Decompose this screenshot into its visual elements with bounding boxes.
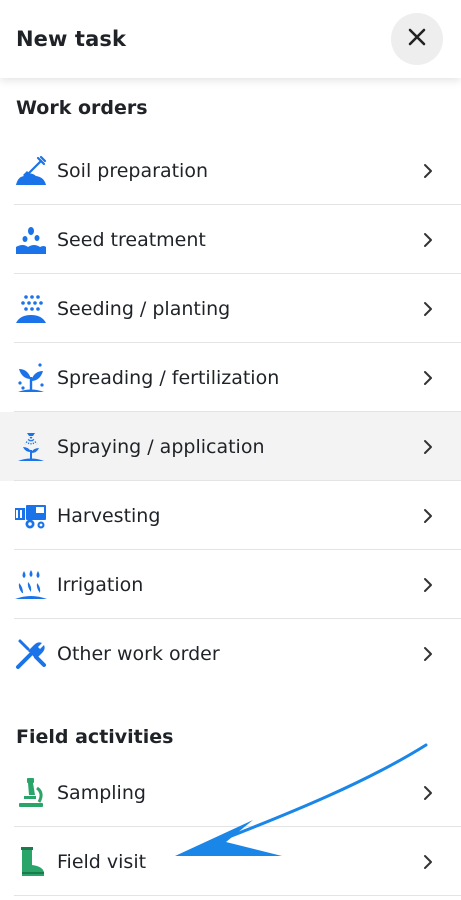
menu-item-label: Irrigation — [57, 573, 144, 596]
irrigation-icon — [14, 568, 48, 602]
close-icon — [407, 27, 427, 51]
section-title-field-activities: Field activities — [16, 726, 174, 748]
menu-item-label: Spraying / application — [57, 435, 265, 458]
spraying-icon — [14, 430, 48, 464]
menu-item-label: Soil preparation — [57, 159, 208, 182]
chevron-right-icon — [421, 438, 435, 456]
menu-item-spraying-application[interactable]: Spraying / application — [0, 412, 461, 481]
microscope-icon — [14, 776, 48, 810]
menu-item-seeding-planting[interactable]: Seeding / planting — [0, 274, 461, 343]
harvester-icon — [14, 499, 48, 533]
menu-item-label: Seed treatment — [57, 228, 206, 251]
chevron-right-icon — [421, 645, 435, 663]
shovel-icon — [14, 154, 48, 188]
chevron-right-icon — [421, 507, 435, 525]
menu-item-other-work-order[interactable]: Other work order — [0, 619, 461, 688]
chevron-right-icon — [421, 853, 435, 871]
section-title-work-orders: Work orders — [16, 97, 148, 119]
chevron-right-icon — [421, 784, 435, 802]
seeding-icon — [14, 292, 48, 326]
menu-item-label: Harvesting — [57, 504, 161, 527]
boot-icon — [14, 845, 48, 879]
work-orders-list: Soil preparation Seed treatment Seeding … — [0, 136, 461, 688]
tools-icon — [14, 637, 48, 671]
menu-item-label: Other work order — [57, 642, 220, 665]
menu-item-label: Sampling — [57, 781, 146, 804]
menu-item-harvesting[interactable]: Harvesting — [0, 481, 461, 550]
field-activities-list: Sampling Field visit — [0, 758, 461, 896]
new-task-panel: New task Work orders Soil preparation Se… — [0, 0, 461, 900]
menu-item-seed-treatment[interactable]: Seed treatment — [0, 205, 461, 274]
menu-item-sampling[interactable]: Sampling — [0, 758, 461, 827]
chevron-right-icon — [421, 162, 435, 180]
menu-item-irrigation[interactable]: Irrigation — [0, 550, 461, 619]
menu-item-label: Field visit — [57, 850, 147, 873]
menu-item-label: Seeding / planting — [57, 297, 231, 320]
chevron-right-icon — [421, 300, 435, 318]
chevron-right-icon — [421, 369, 435, 387]
menu-item-field-visit[interactable]: Field visit — [0, 827, 461, 896]
menu-item-spreading-fertilization[interactable]: Spreading / fertilization — [0, 343, 461, 412]
chevron-right-icon — [421, 576, 435, 594]
spreading-icon — [14, 361, 48, 395]
seed-treatment-icon — [14, 223, 48, 257]
chevron-right-icon — [421, 231, 435, 249]
menu-item-label: Spreading / fertilization — [57, 366, 280, 389]
panel-title: New task — [16, 27, 127, 51]
menu-item-soil-preparation[interactable]: Soil preparation — [0, 136, 461, 205]
panel-header: New task — [0, 0, 461, 78]
close-button[interactable] — [391, 13, 443, 65]
